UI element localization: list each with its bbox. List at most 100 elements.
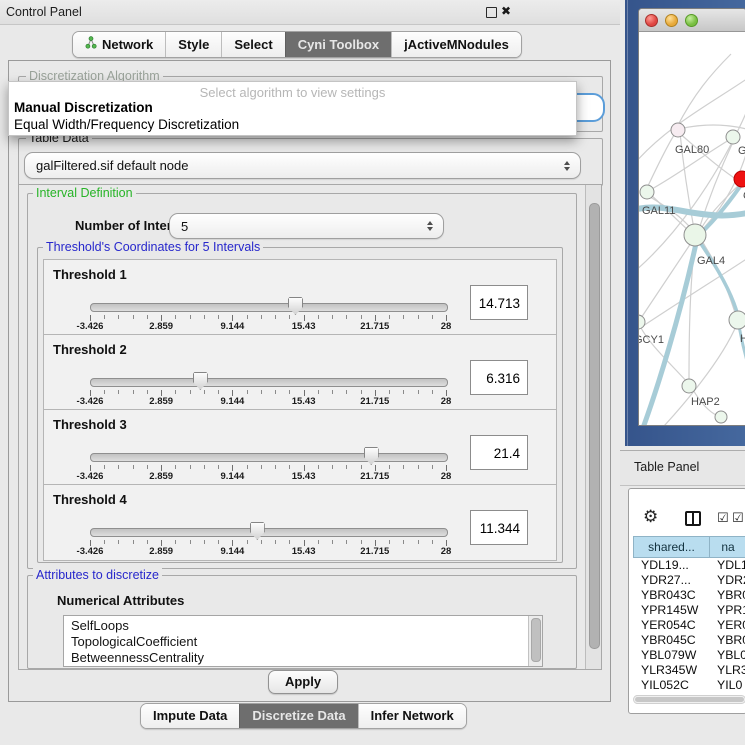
table-data-combobox[interactable]: galFiltered.sif default node	[24, 152, 581, 179]
column-header-shared-name[interactable]: shared...	[633, 536, 709, 558]
slider-tick-label: 15.43	[292, 546, 316, 557]
attribute-item-selfloops[interactable]: SelfLoops	[64, 618, 542, 634]
table-row[interactable]: YLR345WYLR3	[633, 663, 745, 678]
network-node-hap2[interactable]	[682, 379, 696, 393]
cell-name: YBR0	[717, 633, 745, 647]
slider-tick	[346, 390, 347, 394]
vertical-scrollbar[interactable]	[585, 185, 601, 669]
slider-track[interactable]	[90, 453, 448, 462]
network-node-gal11[interactable]	[640, 185, 654, 199]
algorithm-option-manual-discretization[interactable]: Manual Discretization	[14, 100, 153, 115]
tab-label: Network	[102, 37, 153, 52]
zoom-traffic-light-icon[interactable]	[685, 14, 698, 27]
slider-thumb[interactable]	[250, 522, 265, 540]
tab-network[interactable]: Network	[73, 32, 165, 57]
tab-style[interactable]: Style	[165, 32, 221, 57]
float-window-icon[interactable]	[486, 7, 497, 18]
bottom-tab-impute-data[interactable]: Impute Data	[141, 704, 239, 728]
slider-tick	[118, 540, 119, 544]
attribute-item-betweennesscentrality[interactable]: BetweennessCentrality	[64, 650, 542, 666]
gear-icon[interactable]: ⚙	[643, 507, 658, 527]
slider-tick	[204, 465, 205, 469]
cell-shared-name: YBR045C	[641, 633, 696, 647]
column-header-name[interactable]: na	[709, 536, 745, 558]
threshold-value-field[interactable]: 14.713	[470, 285, 528, 320]
slider-tick-label: 9.144	[221, 471, 245, 482]
slider-tick	[418, 390, 419, 394]
slider-tick	[432, 315, 433, 319]
network-edge[interactable]	[647, 132, 676, 188]
close-traffic-light-icon[interactable]	[645, 14, 658, 27]
network-node-ga[interactable]	[726, 130, 740, 144]
tab-cyni-toolbox[interactable]: Cyni Toolbox	[285, 32, 391, 57]
thresholds-group-title: Threshold's Coordinates for 5 Intervals	[43, 240, 263, 254]
tab-label: Impute Data	[153, 708, 227, 723]
table-row[interactable]: YPR145WYPR1	[633, 603, 745, 618]
slider-track[interactable]	[90, 528, 448, 537]
cell-shared-name: YPR145W	[641, 603, 698, 617]
cell-shared-name: YDL19...	[641, 558, 689, 572]
network-node-gal4[interactable]	[684, 224, 706, 246]
table-row[interactable]: YBR045C YBR0	[633, 633, 745, 648]
threshold-row-threshold-1: Threshold 1-3.4262.8599.14415.4321.71528…	[44, 260, 556, 335]
numerical-attributes-list[interactable]: SelfLoopsTopologicalCoefficientBetweenne…	[63, 615, 543, 667]
slider-tick	[104, 390, 105, 394]
slider-tick	[389, 465, 390, 469]
bottom-tab-infer-network[interactable]: Infer Network	[358, 704, 466, 728]
network-node-gal80[interactable]	[671, 123, 685, 137]
slider-thumb[interactable]	[193, 372, 208, 390]
threshold-value-field[interactable]: 21.4	[470, 435, 528, 470]
table-row[interactable]: YBL079WYBL0	[633, 648, 745, 663]
checkbox-checked-icon[interactable]: ☑	[732, 511, 744, 526]
network-edge[interactable]	[677, 54, 731, 127]
slider-tick-label: 28	[441, 321, 452, 332]
network-node-c[interactable]	[734, 171, 745, 187]
slider-tick-label: -3.426	[77, 546, 104, 557]
interval-definition-group-title: Interval Definition	[33, 186, 136, 200]
slider-tick-label: 21.715	[360, 396, 389, 407]
slider-tick	[289, 540, 290, 544]
slider-track[interactable]	[90, 303, 448, 312]
checkbox-checked-icon[interactable]: ☑	[717, 511, 729, 526]
network-canvas[interactable]: GAL80GACGAL11GAL4GCY1HHAP2	[639, 32, 745, 425]
attribute-item-topologicalcoefficient[interactable]: TopologicalCoefficient	[64, 634, 542, 650]
slider-tick	[204, 540, 205, 544]
table-row[interactable]: YIL052CYIL0	[633, 678, 745, 693]
threshold-rows: Threshold 1-3.4262.8599.14415.4321.71528…	[43, 259, 557, 561]
number-of-intervals-combobox[interactable]: 5	[169, 213, 444, 239]
algorithm-option-equal-width-frequency-discretization[interactable]: Equal Width/Frequency Discretization	[14, 117, 239, 132]
network-node-gcy1[interactable]	[639, 315, 645, 329]
threshold-row-threshold-4: Threshold 4-3.4262.8599.14415.4321.71528…	[44, 485, 556, 560]
network-edge-highlighted[interactable]	[639, 239, 697, 425]
horizontal-scrollbar[interactable]	[633, 695, 745, 704]
slider-tick	[190, 465, 191, 469]
list-scrollbar[interactable]	[528, 616, 542, 666]
threshold-value-field[interactable]: 6.316	[470, 360, 528, 395]
top-tab-bar: Network StyleSelectCyni ToolboxjActiveMNo…	[72, 31, 522, 58]
tab-select[interactable]: Select	[221, 32, 284, 57]
apply-button[interactable]: Apply	[268, 670, 338, 694]
table-row[interactable]: YDL19...YDL1	[633, 558, 745, 573]
slider-tick	[403, 465, 404, 469]
threshold-value-field[interactable]: 11.344	[470, 510, 528, 545]
table-row[interactable]: YBR043CYBR0	[633, 588, 745, 603]
node-label: HAP2	[691, 396, 720, 408]
slider-thumb[interactable]	[288, 297, 303, 315]
slider-tick	[147, 390, 148, 394]
close-icon[interactable]: ✖	[501, 4, 511, 18]
column-layout-icon[interactable]	[685, 511, 701, 526]
minimize-traffic-light-icon[interactable]	[665, 14, 678, 27]
slider-tick	[104, 540, 105, 544]
slider-tick	[332, 390, 333, 394]
network-node-h[interactable]	[729, 311, 745, 329]
table-row[interactable]: YER054CYER0	[633, 618, 745, 633]
slider-tick-label: 28	[441, 471, 452, 482]
slider-tick	[104, 465, 105, 469]
table-row[interactable]: YDR27...YDR2	[633, 573, 745, 588]
tab-jactivemnodules[interactable]: jActiveMNodules	[391, 32, 521, 57]
bottom-tab-discretize-data[interactable]: Discretize Data	[239, 704, 357, 728]
slider-tick	[218, 315, 219, 319]
slider-thumb[interactable]	[364, 447, 379, 465]
network-node[interactable]	[715, 411, 727, 423]
slider-track[interactable]	[90, 378, 448, 387]
